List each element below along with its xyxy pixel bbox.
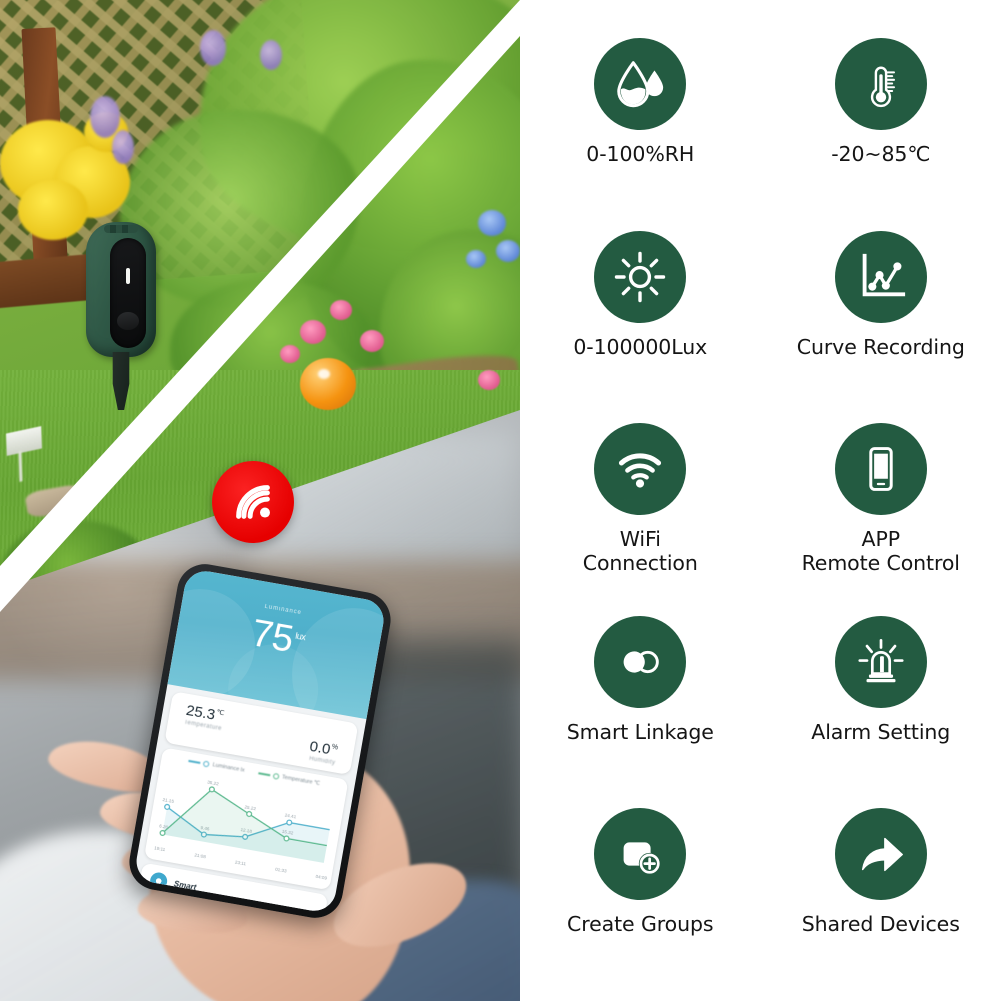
feature-icon-circle — [594, 230, 687, 323]
feature-icon-circle — [834, 230, 927, 323]
siren-alarm-icon — [858, 638, 904, 683]
share-arrow-icon — [861, 838, 903, 872]
wifi-icon — [619, 453, 662, 488]
feature-wifi-connection: WiFi Connection — [520, 423, 761, 576]
sensor-led-indicator — [126, 268, 130, 284]
svg-text:35.22: 35.22 — [207, 780, 220, 787]
feature-alarm-setting: Alarm Setting — [761, 615, 1001, 745]
feature-icon-circle — [834, 808, 927, 901]
blue-flower — [466, 250, 486, 268]
orange-garden-ornament — [300, 358, 356, 410]
feature-curve-recording: Curve Recording — [761, 230, 1001, 360]
feature-label: APP Remote Control — [801, 527, 960, 575]
feature-icon-circle — [594, 615, 687, 708]
sensor-display-panel — [110, 238, 146, 348]
legend-swatch-line — [258, 772, 271, 776]
yellow-flower — [18, 180, 88, 240]
wifi-connection-badge — [212, 461, 294, 543]
soil-sensor-device — [86, 222, 156, 410]
feature-label: Alarm Setting — [811, 719, 951, 744]
svg-text:21.15: 21.15 — [162, 797, 175, 804]
svg-text:25.22: 25.22 — [244, 804, 257, 811]
sensor-button — [117, 312, 139, 330]
pink-flower — [360, 330, 384, 352]
humidity-reading: 0.0% Humidity — [307, 738, 339, 767]
temperature-unit: ℃ — [215, 709, 225, 718]
feature-smart-linkage: Smart Linkage — [520, 615, 761, 745]
feature-icon-circle — [594, 808, 687, 901]
add-group-icon — [623, 842, 661, 875]
hero-value-number: 75 — [248, 612, 297, 661]
pink-flower — [300, 320, 326, 344]
humidity-droplet-icon — [617, 61, 664, 108]
smartphone-icon — [869, 447, 893, 492]
feature-app-remote-control: APP Remote Control — [761, 423, 1001, 576]
product-photo-panel: Luminance 75lux 25.3℃ Temperature 0.0% H… — [0, 0, 520, 1001]
feature-create-groups: Create Groups — [520, 808, 761, 937]
feature-humidity: 0-100%RH — [520, 38, 761, 167]
wifi-signal-icon — [236, 485, 270, 519]
pink-flower — [330, 300, 352, 320]
temperature-reading: 25.3℃ Temperature — [184, 702, 226, 732]
purple-flower — [112, 130, 134, 164]
feature-illuminance: 0-100000Lux — [520, 230, 761, 360]
purple-flower — [90, 96, 120, 138]
feature-icon-circle — [594, 423, 687, 516]
legend-swatch-dot — [203, 760, 211, 768]
feature-icon-circle — [594, 38, 687, 130]
feature-label: -20~85℃ — [831, 142, 931, 166]
feature-label: 0-100000Lux — [573, 334, 708, 359]
curve-chart-icon — [862, 253, 905, 296]
legend-swatch-dot — [272, 772, 280, 780]
svg-text:01:33: 01:33 — [275, 867, 288, 874]
svg-text:19:11: 19:11 — [154, 845, 166, 852]
thermometer-icon — [870, 66, 895, 108]
feature-temperature: -20~85℃ — [761, 38, 1001, 167]
feature-shared-devices: Shared Devices — [761, 808, 1001, 937]
purple-flower — [260, 40, 282, 70]
svg-text:24.41: 24.41 — [284, 813, 297, 820]
features-panel: 0-100%RH -20~85℃ 0-100000Lux Curve Recor… — [520, 0, 1001, 1001]
sensor-vents — [104, 225, 138, 233]
feature-icon-circle — [834, 38, 927, 130]
overlapping-circles-icon — [623, 650, 660, 673]
svg-text:04:09: 04:09 — [315, 874, 328, 881]
sun-brightness-icon — [615, 251, 666, 302]
svg-text:23:11: 23:11 — [235, 860, 247, 867]
svg-text:21:08: 21:08 — [194, 852, 207, 859]
feature-label: WiFi Connection — [582, 527, 698, 575]
legend-label: Luminance lx — [212, 762, 246, 774]
product-infographic: Luminance 75lux 25.3℃ Temperature 0.0% H… — [0, 0, 1001, 1001]
pink-flower — [478, 370, 500, 390]
pink-flower — [280, 345, 300, 363]
feature-label: Shared Devices — [801, 912, 960, 937]
svg-text:6.26: 6.26 — [159, 823, 169, 830]
feature-icon-circle — [834, 423, 927, 516]
humidity-unit: % — [331, 743, 339, 752]
legend-swatch-line — [188, 760, 201, 764]
feature-icon-circle — [834, 615, 927, 708]
humidity-number: 0.0 — [308, 737, 332, 759]
feature-label: Curve Recording — [796, 334, 965, 359]
hero-value-unit: lux — [294, 630, 307, 643]
feature-label: Create Groups — [567, 912, 714, 937]
blue-flower — [478, 210, 506, 236]
purple-flower — [200, 30, 226, 66]
feature-label: Smart Linkage — [566, 719, 714, 744]
blue-flower — [496, 240, 520, 262]
feature-label: 0-100%RH — [586, 142, 695, 166]
foliage-blob — [120, 110, 360, 310]
